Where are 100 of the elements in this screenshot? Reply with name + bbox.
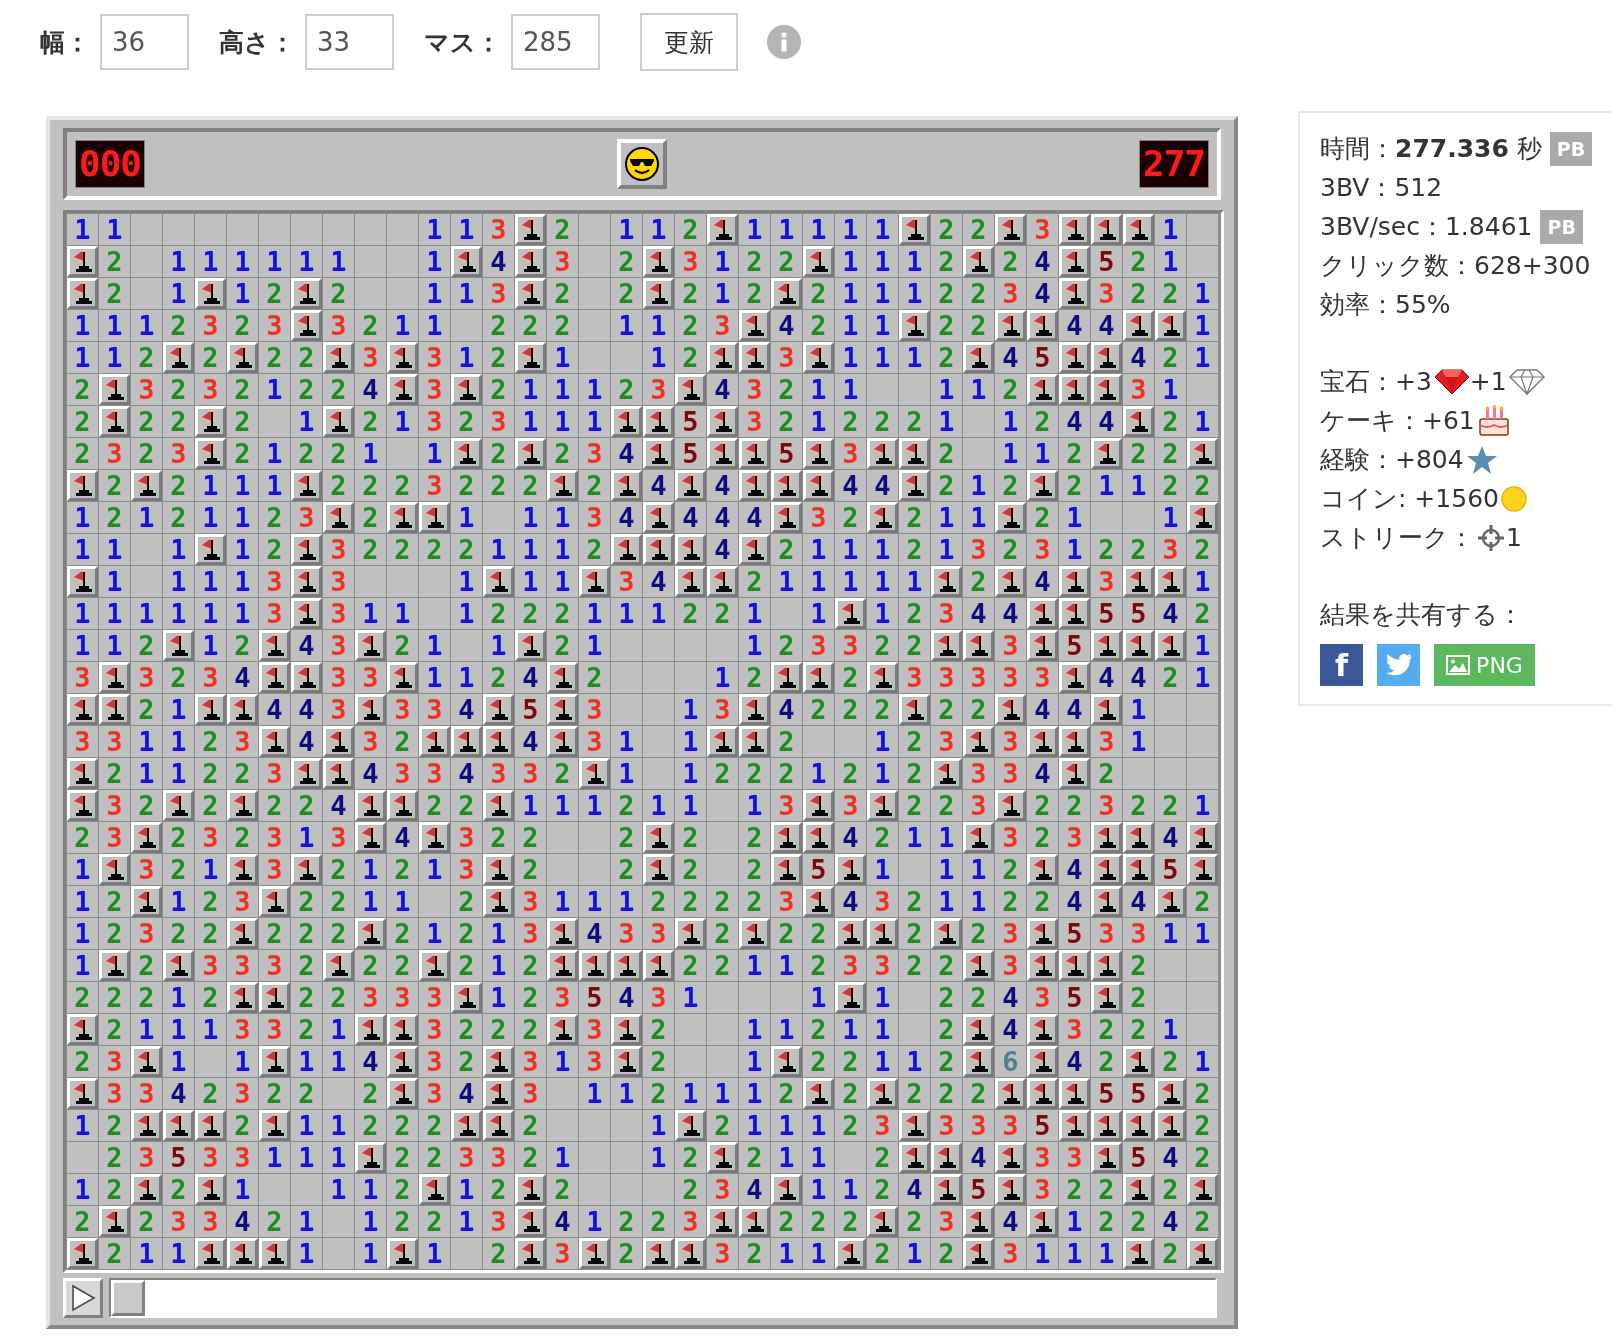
flagged-cell[interactable] [995, 694, 1026, 725]
flagged-cell[interactable] [899, 438, 930, 469]
flagged-cell[interactable] [931, 1174, 962, 1205]
flagged-cell[interactable] [195, 1110, 226, 1141]
flagged-cell[interactable] [227, 342, 258, 373]
flagged-cell[interactable] [931, 566, 962, 597]
flagged-cell[interactable] [1091, 694, 1122, 725]
flagged-cell[interactable] [771, 1174, 802, 1205]
flagged-cell[interactable] [131, 886, 162, 917]
flagged-cell[interactable] [483, 1110, 514, 1141]
flagged-cell[interactable] [259, 662, 290, 693]
flagged-cell[interactable] [1091, 982, 1122, 1013]
flagged-cell[interactable] [739, 1206, 770, 1237]
flagged-cell[interactable] [1059, 342, 1090, 373]
flagged-cell[interactable] [579, 566, 610, 597]
flagged-cell[interactable] [355, 1142, 386, 1173]
flagged-cell[interactable] [707, 438, 738, 469]
flagged-cell[interactable] [995, 1142, 1026, 1173]
flagged-cell[interactable] [643, 1238, 674, 1269]
flagged-cell[interactable] [1123, 406, 1154, 437]
flagged-cell[interactable] [227, 1238, 258, 1269]
flagged-cell[interactable] [835, 982, 866, 1013]
flagged-cell[interactable] [451, 726, 482, 757]
flagged-cell[interactable] [163, 790, 194, 821]
slider-thumb[interactable] [111, 1280, 145, 1316]
flagged-cell[interactable] [67, 790, 98, 821]
number-field[interactable]: 33 [305, 14, 394, 70]
flagged-cell[interactable] [387, 1046, 418, 1077]
flagged-cell[interactable] [995, 502, 1026, 533]
flagged-cell[interactable] [451, 982, 482, 1013]
flagged-cell[interactable] [739, 694, 770, 725]
flagged-cell[interactable] [867, 438, 898, 469]
flagged-cell[interactable] [1123, 566, 1154, 597]
facebook-share-button[interactable]: f [1320, 644, 1363, 686]
flagged-cell[interactable] [675, 470, 706, 501]
flagged-cell[interactable] [739, 342, 770, 373]
flagged-cell[interactable] [291, 662, 322, 693]
flagged-cell[interactable] [803, 342, 834, 373]
flagged-cell[interactable] [323, 950, 354, 981]
flagged-cell[interactable] [67, 758, 98, 789]
flagged-cell[interactable] [771, 502, 802, 533]
flagged-cell[interactable] [611, 470, 642, 501]
flagged-cell[interactable] [259, 1238, 290, 1269]
flagged-cell[interactable] [355, 1014, 386, 1045]
flagged-cell[interactable] [163, 630, 194, 661]
flagged-cell[interactable] [131, 1174, 162, 1205]
flagged-cell[interactable] [131, 1046, 162, 1077]
flagged-cell[interactable] [675, 918, 706, 949]
flagged-cell[interactable] [259, 886, 290, 917]
flagged-cell[interactable] [355, 822, 386, 853]
flagged-cell[interactable] [1091, 886, 1122, 917]
flagged-cell[interactable] [1059, 598, 1090, 629]
flagged-cell[interactable] [867, 790, 898, 821]
flagged-cell[interactable] [1027, 1046, 1058, 1077]
flagged-cell[interactable] [963, 1046, 994, 1077]
number-field[interactable]: 36 [100, 14, 189, 70]
flagged-cell[interactable] [515, 1174, 546, 1205]
flagged-cell[interactable] [483, 1078, 514, 1109]
flagged-cell[interactable] [1059, 1078, 1090, 1109]
flagged-cell[interactable] [259, 630, 290, 661]
flagged-cell[interactable] [163, 950, 194, 981]
flagged-cell[interactable] [1059, 566, 1090, 597]
flagged-cell[interactable] [931, 758, 962, 789]
flagged-cell[interactable] [195, 278, 226, 309]
flagged-cell[interactable] [515, 1206, 546, 1237]
flagged-cell[interactable] [1123, 214, 1154, 245]
flagged-cell[interactable] [99, 662, 130, 693]
flagged-cell[interactable] [995, 566, 1026, 597]
flagged-cell[interactable] [515, 342, 546, 373]
flagged-cell[interactable] [867, 502, 898, 533]
flagged-cell[interactable] [771, 470, 802, 501]
flagged-cell[interactable] [1091, 1142, 1122, 1173]
flagged-cell[interactable] [1155, 630, 1186, 661]
flagged-cell[interactable] [419, 950, 450, 981]
flagged-cell[interactable] [1123, 310, 1154, 341]
flagged-cell[interactable] [195, 534, 226, 565]
flagged-cell[interactable] [643, 406, 674, 437]
flagged-cell[interactable] [867, 1078, 898, 1109]
flagged-cell[interactable] [1187, 438, 1218, 469]
flagged-cell[interactable] [419, 726, 450, 757]
flagged-cell[interactable] [483, 726, 514, 757]
flagged-cell[interactable] [899, 1110, 930, 1141]
flagged-cell[interactable] [803, 662, 834, 693]
flagged-cell[interactable] [1027, 1014, 1058, 1045]
flagged-cell[interactable] [1027, 726, 1058, 757]
flagged-cell[interactable] [547, 950, 578, 981]
flagged-cell[interactable] [387, 790, 418, 821]
flagged-cell[interactable] [291, 598, 322, 629]
flagged-cell[interactable] [835, 854, 866, 885]
flagged-cell[interactable] [803, 438, 834, 469]
flagged-cell[interactable] [643, 534, 674, 565]
flagged-cell[interactable] [163, 1110, 194, 1141]
flagged-cell[interactable] [1091, 214, 1122, 245]
flagged-cell[interactable] [579, 1238, 610, 1269]
flagged-cell[interactable] [675, 1238, 706, 1269]
flagged-cell[interactable] [803, 790, 834, 821]
flagged-cell[interactable] [259, 1046, 290, 1077]
flagged-cell[interactable] [675, 374, 706, 405]
flagged-cell[interactable] [99, 1206, 130, 1237]
flagged-cell[interactable] [675, 534, 706, 565]
